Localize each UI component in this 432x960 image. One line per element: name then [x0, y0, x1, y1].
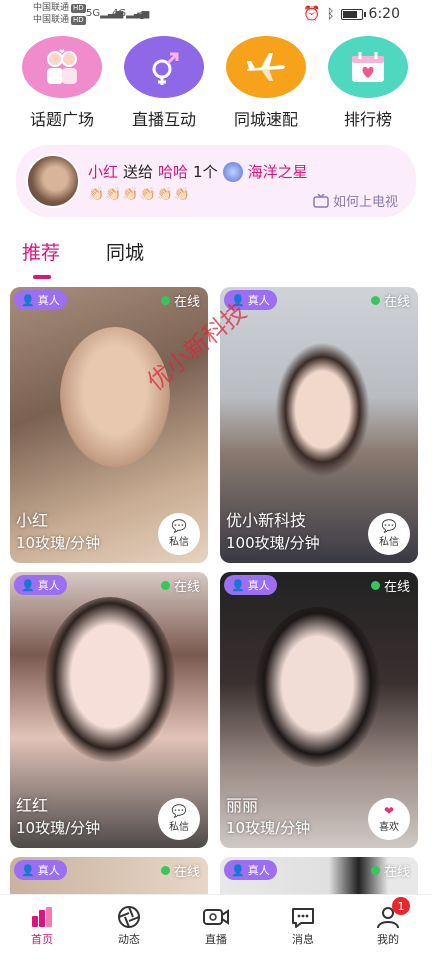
profile-photo [275, 342, 370, 477]
chat-icon [273, 903, 333, 931]
gift-icon [222, 161, 243, 182]
message-button[interactable]: 💬 私信 [368, 513, 410, 555]
profile-photo [45, 597, 175, 762]
aperture-icon [99, 903, 159, 931]
card-name: 丽丽 [226, 796, 259, 815]
clap-emojis: 👏🏻👏🏻👏🏻👏🏻👏🏻👏🏻 [88, 187, 192, 202]
calendar-heart-icon [328, 36, 408, 98]
real-person-badge: 👤 真人 [224, 575, 277, 595]
online-status: 在线 [370, 576, 410, 595]
chat-bubble-icon: 💬 [381, 519, 397, 533]
gift-action: 送给 [123, 163, 154, 181]
receiver-name: 哈哈 [158, 163, 189, 181]
card-price: 10玫瑰/分钟 [16, 819, 101, 837]
carrier-1: 中国联通 HD [33, 3, 86, 13]
real-person-badge: 👤 真人 [14, 575, 67, 595]
couple-icon [22, 36, 102, 98]
tab-indicator [33, 275, 51, 279]
category-local-match[interactable]: 同城速配 [225, 36, 307, 130]
profile-card[interactable]: 👤 真人 在线 优小新科技 100玫瑰/分钟 💬 私信 [220, 287, 418, 563]
person-icon: 👤 [231, 863, 245, 877]
clock: 6:20 [368, 6, 400, 22]
person-icon: 👤 [21, 863, 35, 877]
profile-photo [60, 327, 170, 467]
sender-avatar [26, 154, 80, 208]
battery-icon [340, 8, 366, 20]
card-name: 红红 [16, 796, 49, 815]
real-person-badge: 👤 真人 [14, 860, 67, 880]
status-bar: 中国联通 HD 中国联通 HD 5G▂▃▅ 4G▂▃▅ ᯤ ⏰ ᛒ 6:20 [0, 0, 432, 30]
person-icon: 👤 [231, 578, 245, 592]
category-row: 话题广场 直播互动 同城速配 排行榜 [0, 36, 432, 136]
card-price: 100玫瑰/分钟 [226, 534, 320, 552]
like-button[interactable]: ❤ 喜欢 [368, 798, 410, 840]
alarm-icon: ⏰ [303, 6, 321, 22]
gift-message: 小红 送给 哈哈 1个 海洋之星 [88, 161, 308, 182]
chat-bubble-icon: 💬 [171, 804, 187, 818]
real-person-badge: 👤 真人 [224, 290, 277, 310]
airplane-icon [226, 36, 306, 98]
online-status: 在线 [160, 576, 200, 595]
tab-recommend[interactable]: 推荐 [22, 238, 60, 265]
nav-profile[interactable]: 我的 1 [358, 897, 418, 947]
person-icon: 👤 [21, 293, 35, 307]
real-person-badge: 👤 真人 [14, 290, 67, 310]
carrier-2: 中国联通 HD [33, 15, 86, 25]
message-button[interactable]: 💬 私信 [158, 798, 200, 840]
card-price: 10玫瑰/分钟 [16, 534, 101, 552]
gift-name: 海洋之星 [247, 163, 308, 181]
heart-icon: ❤ [383, 804, 395, 818]
online-status: 在线 [160, 861, 200, 880]
online-status: 在线 [370, 861, 410, 880]
person-icon: 👤 [231, 293, 245, 307]
nav-live[interactable]: 直播 [186, 903, 246, 947]
chat-bubble-icon: 💬 [171, 519, 187, 533]
category-live-interact[interactable]: 直播互动 [123, 36, 205, 130]
profile-card[interactable]: 👤 真人 在线 丽丽 10玫瑰/分钟 ❤ 喜欢 [220, 572, 418, 848]
message-button[interactable]: 💬 私信 [158, 513, 200, 555]
person-icon: 👤 [21, 578, 35, 592]
bluetooth-icon: ᛒ [326, 6, 335, 22]
profile-photo [255, 607, 380, 767]
online-status: 在线 [160, 291, 200, 310]
nav-home[interactable]: 首页 [12, 903, 72, 947]
sender-name: 小红 [88, 163, 119, 181]
profile-card[interactable]: 👤 真人 在线 小红 10玫瑰/分钟 💬 私信 [10, 287, 208, 563]
gender-icon [124, 36, 204, 98]
card-name: 优小新科技 [226, 511, 307, 530]
real-person-badge: 👤 真人 [224, 860, 277, 880]
card-name: 小红 [16, 511, 49, 530]
online-status: 在线 [370, 291, 410, 310]
tv-icon [313, 193, 329, 208]
notification-badge: 1 [392, 897, 410, 915]
nav-messages[interactable]: 消息 [273, 903, 333, 947]
tab-nearby[interactable]: 同城 [106, 238, 144, 265]
profile-card[interactable]: 👤 真人 在线 红红 10玫瑰/分钟 💬 私信 [10, 572, 208, 848]
gift-banner[interactable]: 小红 送给 哈哈 1个 海洋之星 👏🏻👏🏻👏🏻👏🏻👏🏻👏🏻 如何上电视 [16, 145, 416, 217]
wifi-icon: ᯤ [136, 8, 148, 23]
profile-card[interactable]: 👤 真人 在线 [10, 857, 208, 894]
nav-moments[interactable]: 动态 [99, 903, 159, 947]
profile-card[interactable]: 👤 真人 在线 [220, 857, 418, 894]
category-leaderboard[interactable]: 排行榜 [327, 36, 409, 130]
card-price: 10玫瑰/分钟 [226, 819, 311, 837]
home-icon [12, 903, 72, 931]
bottom-nav: 首页 动态 直播 消息 我的 1 [0, 894, 432, 960]
video-camera-icon [186, 903, 246, 931]
category-topic-square[interactable]: 话题广场 [21, 36, 103, 130]
tv-link[interactable]: 如何上电视 [313, 191, 398, 210]
gift-count: 1个 [193, 163, 218, 181]
